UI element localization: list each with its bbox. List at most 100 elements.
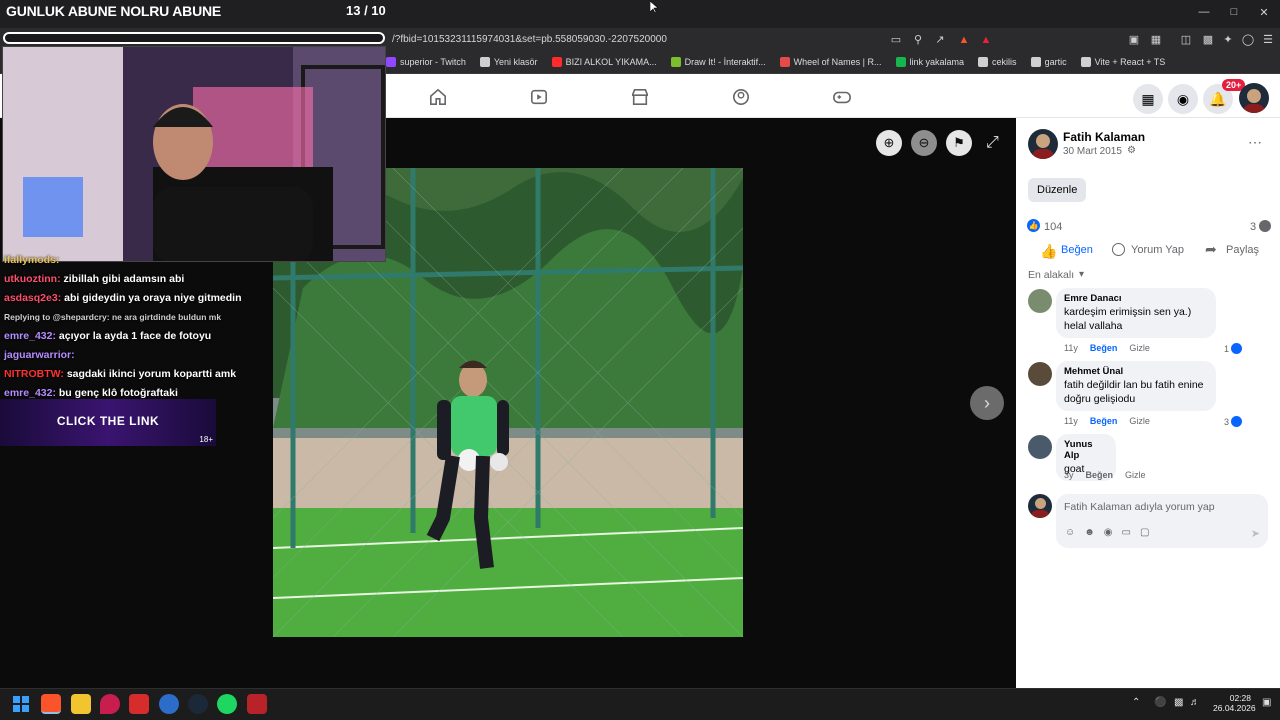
clock[interactable]: 02:28 26.04.2026 [1213,693,1256,713]
leo-icon[interactable]: ✦ [1220,32,1236,48]
comment-hide-button[interactable]: Gizle [1129,416,1150,426]
my-avatar [1028,494,1052,518]
apps-menu-icon[interactable]: ▦ [1133,84,1163,114]
tag-icon[interactable]: ⚑ [946,130,972,156]
share-button[interactable]: Paylaş [1226,244,1259,256]
comment-age[interactable]: 11y [1064,416,1078,426]
comment-age[interactable]: 3y [1064,470,1074,480]
send-icon[interactable]: ➤ [1251,527,1260,540]
commenter-avatar[interactable] [1028,435,1052,459]
commenter-name[interactable]: Yunus Alp [1064,439,1108,461]
avatar-sticker-icon[interactable]: ☺ [1065,527,1075,538]
brave-shield-icon[interactable]: ▲ [956,32,972,48]
like-thumb-icon[interactable]: 👍 [1040,243,1057,260]
edit-button[interactable]: Düzenle [1028,178,1087,202]
bookmark-item[interactable]: link yakalama [895,57,965,67]
extensions-icon[interactable]: ▣ [1126,32,1142,48]
zoom-icon[interactable]: ⚲ [910,32,926,48]
location-app-icon[interactable] [100,694,120,714]
bookmark-item[interactable]: Vite + React + TS [1080,57,1165,67]
bookmark-item[interactable]: Wheel of Names | R... [779,57,882,67]
share-icon[interactable]: ↗ [932,32,948,48]
tray-chevron-icon[interactable]: ⌃ [1132,697,1140,708]
bookmark-item[interactable]: cekilis [978,57,1017,67]
comment-hide-button[interactable]: Gizle [1125,470,1146,480]
fullscreen-icon[interactable]: ⤢ [986,134,999,152]
profile-avatar[interactable] [1239,83,1269,113]
bookmark-item[interactable]: BIZI ALKOL YIKAMA... [551,57,657,67]
marketplace-icon[interactable] [631,88,649,106]
zoom-in-icon[interactable]: ⊕ [876,130,902,156]
audience-icon[interactable]: ⚙ [1127,145,1136,156]
comment-reactions[interactable]: 3 [1224,416,1243,427]
sidebar-icon[interactable]: ◫ [1178,32,1194,48]
restore-icon[interactable]: □ [1226,6,1242,20]
comment-reactions[interactable]: 1 [1224,343,1243,354]
chat-message: Replying to @shepardcry: ne ara girtdind… [4,311,290,323]
bookmark-label: Draw It! - İnteraktif... [684,57,766,67]
brave-rewards-icon[interactable]: ▲ [978,32,994,48]
groups-icon[interactable] [732,88,750,106]
bookmark-item[interactable]: superior - Twitch [386,57,466,67]
comment-button[interactable]: Yorum Yap [1131,244,1184,256]
comment-hide-button[interactable]: Gizle [1129,343,1150,353]
emoji-icon[interactable]: ☻ [1084,527,1095,538]
obs-app-icon[interactable] [247,694,267,714]
notification-center-icon[interactable]: ▣ [1262,697,1271,708]
comment-like-button[interactable]: Beğen [1090,416,1118,426]
menu-icon[interactable]: ☰ [1260,32,1276,48]
minimize-icon[interactable]: — [1196,6,1212,20]
red-app-icon[interactable] [129,694,149,714]
more-options-icon[interactable]: ⋯ [1248,134,1262,151]
commenter-name[interactable]: Mehmet Ünal [1064,366,1208,377]
sticker-icon[interactable]: ▢ [1140,527,1149,538]
brave-taskbar-icon[interactable] [41,694,61,714]
commenter-name[interactable]: Emre Danacı [1064,293,1208,304]
post-date[interactable]: 30 Mart 2015 [1063,146,1122,157]
network-icon[interactable]: ▩ [1174,697,1183,708]
next-photo-button[interactable]: › [970,386,1004,420]
gaming-icon[interactable] [833,88,851,106]
comment-row: Emre Danacı kardeşim erimişsin sen ya.) h… [1028,288,1272,361]
tabs-icon[interactable]: ▦ [1148,32,1164,48]
gif-icon[interactable]: ▭ [1121,527,1130,538]
share-arrow-icon[interactable]: ➦ [1205,241,1217,258]
comment-input-placeholder[interactable]: Fatih Kalaman adıyla yorum yap [1064,501,1215,513]
file-explorer-icon[interactable] [71,694,91,714]
author-avatar[interactable] [1028,129,1058,159]
bookmark-item[interactable]: Yeni klasör [479,57,538,67]
bookmark-label: link yakalama [909,57,965,67]
steam-icon[interactable] [188,694,208,714]
chevron-down-icon[interactable]: ▾ [1079,269,1084,280]
screen-icon[interactable]: ▭ [888,32,904,48]
close-icon[interactable]: ✕ [1256,6,1272,20]
sort-comments[interactable]: En alakalı [1028,269,1074,281]
zoom-out-icon[interactable]: ⊖ [911,130,937,156]
home-icon[interactable] [429,88,447,106]
comment-age[interactable]: 11y [1064,343,1078,353]
author-name[interactable]: Fatih Kalaman [1063,130,1145,144]
comment-count[interactable]: 3 [1250,221,1256,233]
bookmark-item[interactable]: Draw It! - İnteraktif... [670,57,766,67]
like-button[interactable]: Beğen [1061,244,1093,256]
wallet-icon[interactable]: ▩ [1200,32,1216,48]
blue-app-icon[interactable] [159,694,179,714]
windows-start-icon[interactable] [13,696,29,712]
messenger-icon[interactable]: ◉ [1168,84,1198,114]
commenter-avatar[interactable] [1028,289,1052,313]
comment-like-button[interactable]: Beğen [1086,470,1114,480]
comment-input-box[interactable]: Fatih Kalaman adıyla yorum yap ☺ ☻ ◉ ▭ ▢… [1056,494,1268,548]
vpn-icon[interactable]: ◯ [1240,32,1256,48]
spotify-icon[interactable] [217,694,237,714]
comment-icon[interactable] [1112,243,1125,256]
like-count[interactable]: 104 [1044,221,1062,233]
video-icon[interactable] [530,88,548,106]
bookmark-item[interactable]: gartic [1030,57,1067,67]
comment-like-button[interactable]: Beğen [1090,343,1118,353]
microphone-icon[interactable]: ⚫ [1154,697,1166,708]
commenter-avatar[interactable] [1028,362,1052,386]
comment-meta: 11y Beğen Gizle [1064,416,1150,426]
camera-icon[interactable]: ◉ [1104,527,1113,538]
volume-icon[interactable]: ♬ [1190,697,1200,708]
url-text[interactable]: /?fbid=10153231115974031&set=pb.55805903… [392,34,667,45]
